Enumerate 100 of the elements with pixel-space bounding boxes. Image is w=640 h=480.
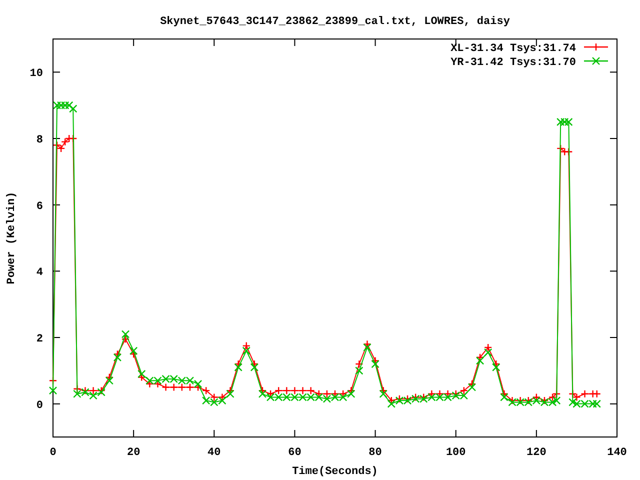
cross-marker — [588, 400, 597, 408]
plus-marker — [89, 386, 98, 395]
y-tick-label: 10 — [30, 68, 43, 80]
cross-marker — [226, 390, 234, 398]
cross-marker — [524, 398, 532, 406]
plus-marker — [105, 373, 114, 382]
cross-marker — [347, 390, 356, 398]
cross-marker — [258, 390, 267, 398]
plus-marker — [113, 350, 122, 358]
cross-marker — [65, 101, 74, 110]
plus-marker — [250, 360, 259, 368]
plus-marker — [330, 390, 340, 398]
plus-marker — [194, 383, 202, 392]
plus-marker — [290, 386, 299, 395]
plus-marker — [81, 386, 90, 395]
x-tick-label: 60 — [288, 447, 302, 459]
plus-marker — [532, 393, 541, 402]
cross-marker — [395, 396, 404, 405]
plus-marker — [452, 390, 460, 398]
plus-marker — [436, 390, 444, 398]
plus-marker — [162, 383, 170, 392]
plus-marker — [387, 396, 396, 405]
plus-marker — [428, 390, 436, 398]
plus-marker — [202, 386, 210, 395]
cross-marker — [516, 398, 524, 406]
cross-marker — [306, 393, 315, 402]
cross-marker — [60, 101, 70, 110]
cross-marker — [387, 400, 396, 408]
y-tick-label: 0 — [36, 400, 43, 412]
plus-marker — [258, 386, 267, 395]
x-tick-label: 120 — [526, 447, 546, 459]
cross-marker — [338, 393, 348, 402]
cross-marker — [154, 376, 162, 385]
cross-marker — [218, 396, 226, 405]
plus-marker — [154, 380, 162, 388]
cross-marker — [540, 398, 549, 406]
y-axis-label: Power (Kelvin) — [6, 192, 18, 284]
cross-marker — [52, 101, 62, 110]
legend-label: YR-31.42 Tsys:31.70 — [450, 57, 576, 69]
cross-marker — [492, 363, 500, 372]
plus-marker — [363, 340, 372, 348]
cross-marker — [210, 398, 218, 406]
cross-marker — [105, 376, 114, 385]
cross-marker — [460, 391, 468, 400]
plus-marker — [210, 393, 218, 402]
cross-marker — [548, 398, 557, 406]
y-tick-label: 8 — [36, 134, 43, 146]
cross-marker — [560, 118, 569, 126]
cross-marker — [81, 388, 90, 396]
plus-marker — [395, 394, 404, 403]
plus-marker — [403, 394, 412, 403]
cross-marker — [436, 393, 444, 402]
cross-marker — [48, 386, 58, 395]
cross-marker — [274, 393, 283, 402]
cross-marker — [580, 400, 589, 408]
plus-marker — [379, 386, 388, 395]
cross-marker — [186, 376, 194, 385]
x-axis-label: Time(Seconds) — [292, 466, 378, 478]
plus-marker — [444, 390, 452, 398]
cross-marker — [138, 370, 146, 378]
plus-marker — [516, 396, 524, 405]
cross-marker — [371, 360, 380, 368]
plus-marker — [476, 353, 484, 362]
x-tick-label: 20 — [126, 447, 140, 459]
cross-marker — [379, 390, 388, 398]
cross-marker — [444, 393, 452, 402]
plus-marker — [371, 356, 380, 365]
cross-marker — [146, 376, 154, 385]
plus-marker — [322, 390, 332, 398]
cross-marker — [468, 383, 476, 392]
cross-marker — [500, 393, 508, 402]
cross-marker — [250, 363, 259, 372]
cross-marker — [234, 363, 242, 372]
cross-marker — [572, 400, 581, 408]
cross-marker — [290, 393, 299, 402]
legend-label: XL-31.34 Tsys:31.74 — [450, 43, 576, 55]
x-tick-label: 40 — [208, 447, 221, 459]
cross-marker — [556, 118, 565, 126]
cross-marker — [242, 346, 250, 355]
cross-marker — [314, 393, 323, 402]
x-tick-label: 140 — [607, 447, 627, 459]
plus-marker — [226, 386, 234, 395]
cross-marker — [476, 356, 484, 365]
x-tick-label: 100 — [446, 447, 466, 459]
cross-marker — [322, 394, 332, 403]
cross-marker — [121, 330, 130, 338]
y-tick-label: 2 — [36, 334, 43, 346]
plus-marker — [540, 396, 549, 405]
cross-marker — [403, 396, 412, 405]
cross-marker — [178, 376, 186, 385]
cross-marker — [266, 393, 275, 402]
plus-marker — [97, 386, 106, 395]
plus-marker — [592, 390, 601, 398]
cross-marker — [89, 391, 98, 400]
plus-marker — [274, 386, 283, 395]
plus-marker — [298, 386, 307, 395]
plus-marker — [355, 360, 364, 368]
cross-marker — [552, 396, 561, 405]
plus-marker — [282, 386, 291, 395]
cross-marker — [170, 374, 178, 384]
